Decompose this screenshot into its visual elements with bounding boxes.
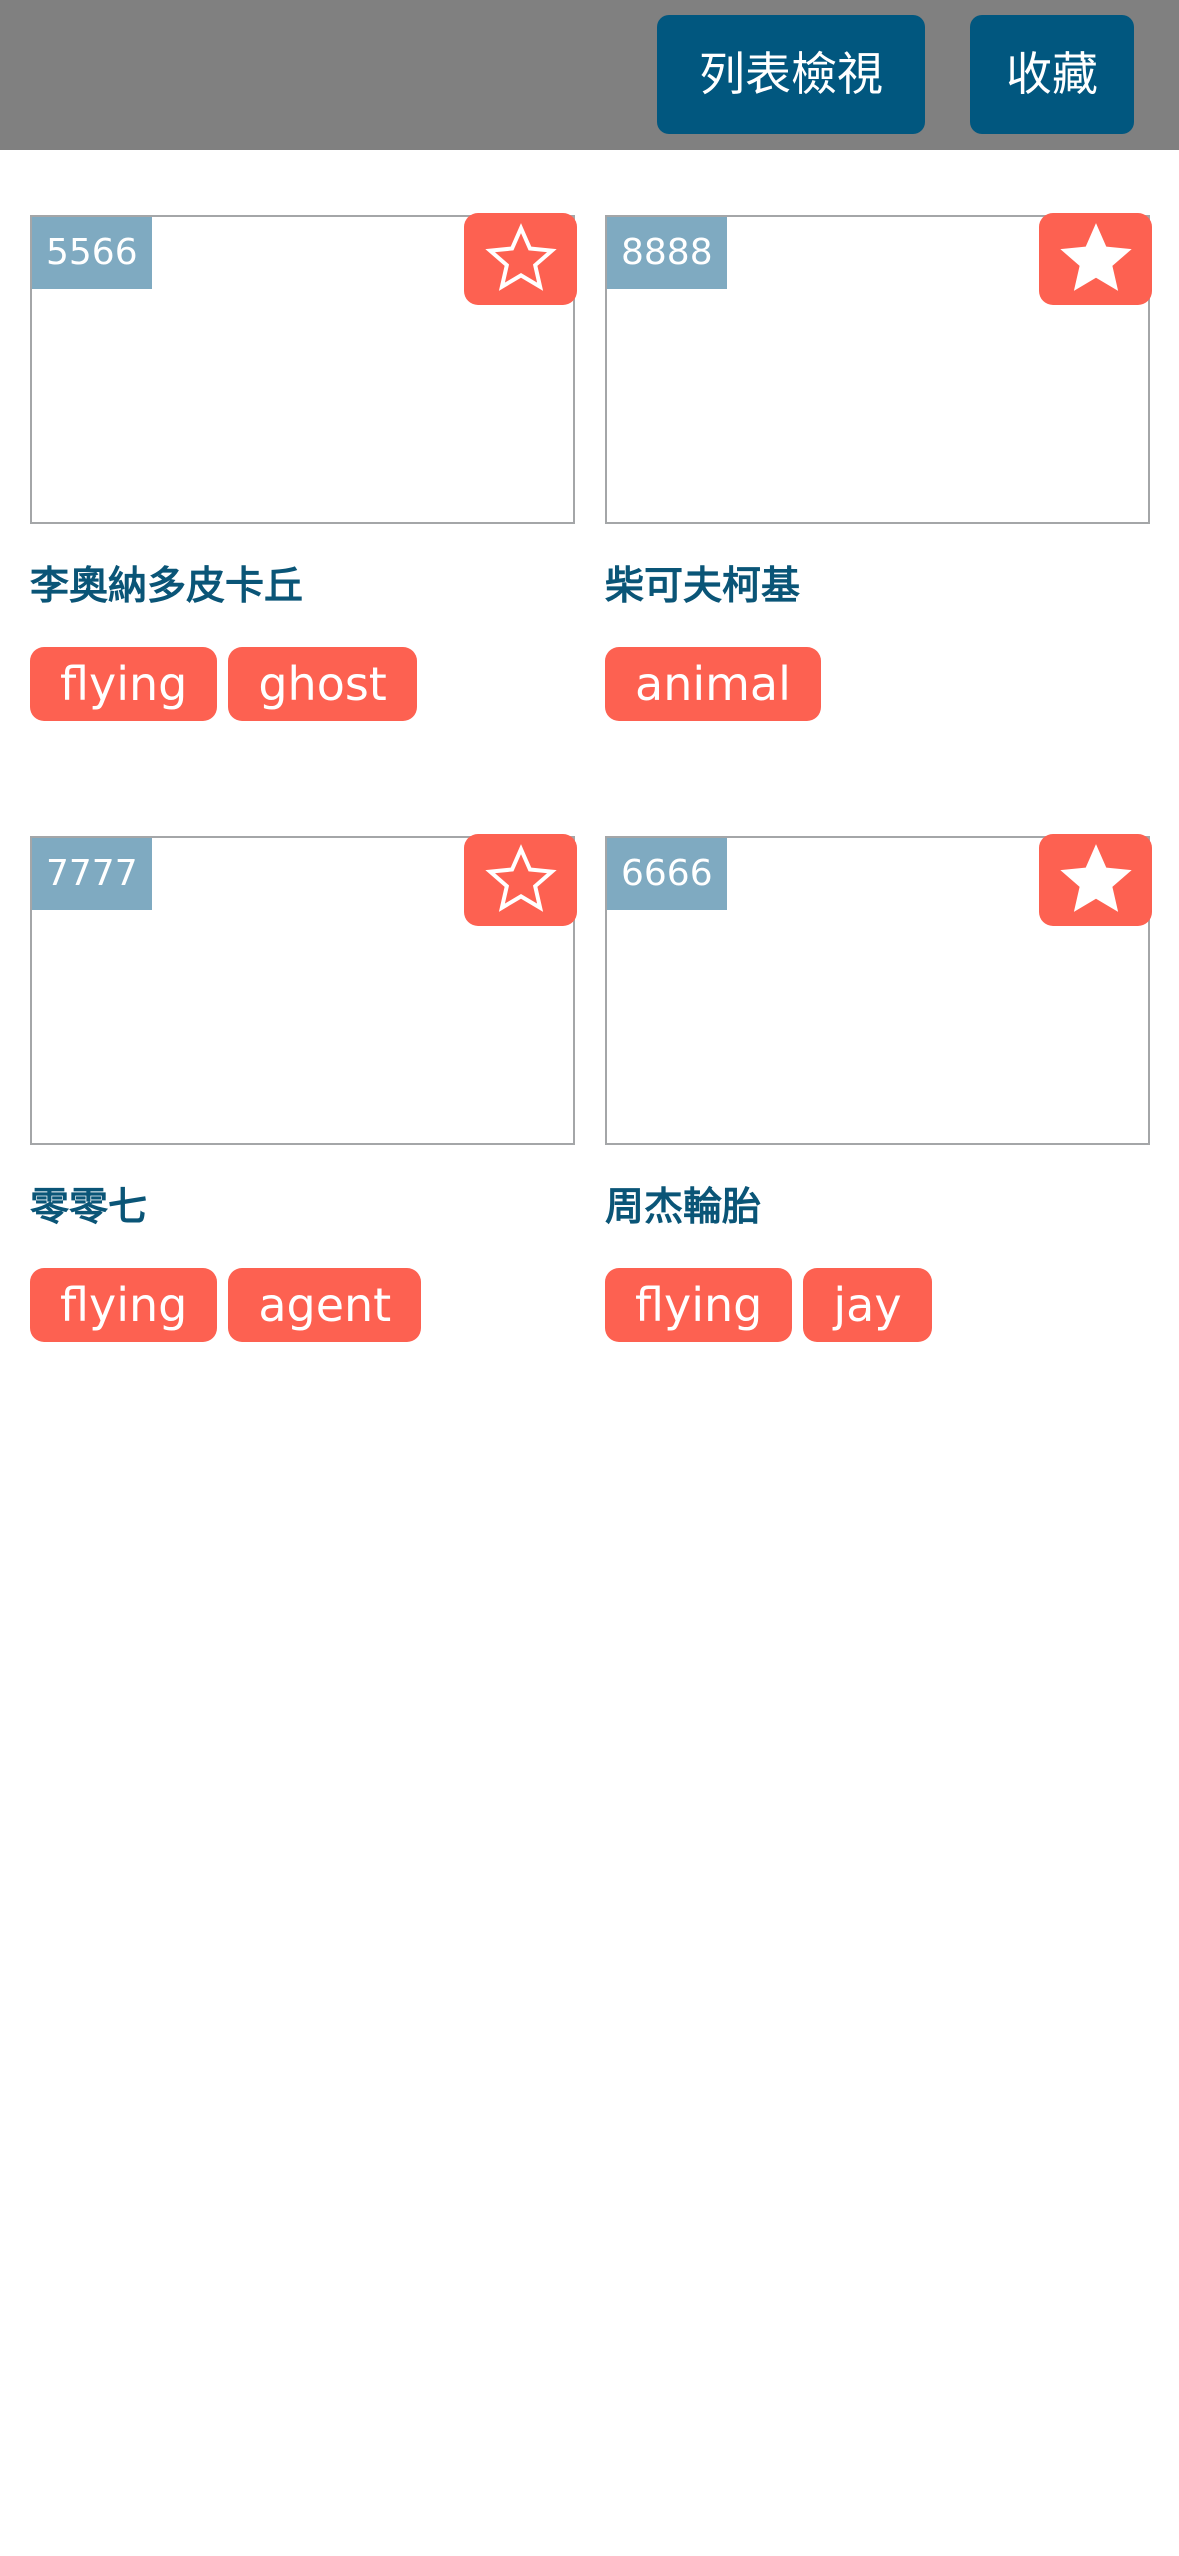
number-badge: 5566 [32, 217, 152, 289]
top-bar: 列表檢視 收藏 [0, 0, 1179, 150]
tag-list: flying ghost [30, 647, 417, 721]
tag[interactable]: flying [605, 1268, 793, 1342]
list-view-button[interactable]: 列表檢視 [657, 15, 925, 134]
item-name: 李奧納多皮卡丘 [30, 564, 304, 609]
favorite-toggle[interactable] [464, 213, 577, 305]
star-outline-icon [484, 223, 557, 291]
number-badge: 7777 [32, 838, 152, 910]
favorite-toggle[interactable] [1039, 213, 1152, 305]
tag-list: flying agent [30, 1268, 422, 1342]
tag[interactable]: flying [30, 1268, 218, 1342]
favorite-toggle[interactable] [1039, 834, 1152, 926]
tag[interactable]: agent [228, 1268, 422, 1342]
number-badge: 6666 [607, 838, 727, 910]
item-name: 柴可夫柯基 [605, 564, 801, 609]
tag[interactable]: jay [803, 1268, 932, 1342]
tag-list: animal [605, 647, 821, 721]
favorite-toggle[interactable] [464, 834, 577, 926]
item-name: 零零七 [30, 1185, 148, 1230]
tag[interactable]: ghost [228, 647, 417, 721]
tag[interactable]: flying [30, 647, 218, 721]
star-filled-icon [1059, 844, 1132, 912]
favorites-button[interactable]: 收藏 [970, 15, 1134, 134]
star-outline-icon [484, 844, 557, 912]
tag[interactable]: animal [605, 647, 821, 721]
star-filled-icon [1059, 223, 1132, 291]
tag-list: flying jay [605, 1268, 932, 1342]
number-badge: 8888 [607, 217, 727, 289]
item-name: 周杰輪胎 [605, 1185, 762, 1230]
